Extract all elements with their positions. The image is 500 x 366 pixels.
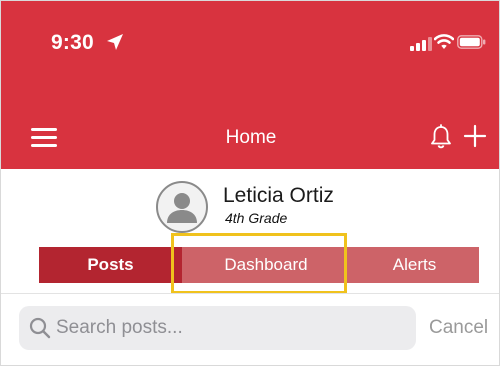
divider xyxy=(1,293,499,294)
battery-icon xyxy=(457,35,486,49)
search-placeholder: Search posts... xyxy=(56,317,183,338)
person-icon xyxy=(167,193,197,223)
status-time: 9:30 xyxy=(51,31,94,54)
highlight-box xyxy=(171,233,347,294)
cellular-signal-icon xyxy=(410,37,432,51)
page-title: Home xyxy=(225,127,277,148)
avatar[interactable] xyxy=(156,181,208,233)
profile-grade: 4th Grade xyxy=(225,210,288,226)
tab-posts[interactable]: Posts xyxy=(39,247,182,283)
cancel-button[interactable]: Cancel xyxy=(429,317,488,339)
location-arrow-icon xyxy=(107,34,123,50)
search-input[interactable]: Search posts... xyxy=(19,306,416,350)
search-icon xyxy=(29,317,51,339)
profile-name: Leticia Ortiz xyxy=(223,184,334,207)
tab-alerts[interactable]: Alerts xyxy=(350,247,479,283)
app-header: 9:30 Home xyxy=(1,1,499,169)
app-screen: 9:30 Home Leticia Ortiz 4th Grade Posts … xyxy=(0,0,500,366)
bell-icon[interactable] xyxy=(429,124,453,150)
add-icon[interactable] xyxy=(463,124,487,148)
wifi-icon xyxy=(434,34,454,49)
